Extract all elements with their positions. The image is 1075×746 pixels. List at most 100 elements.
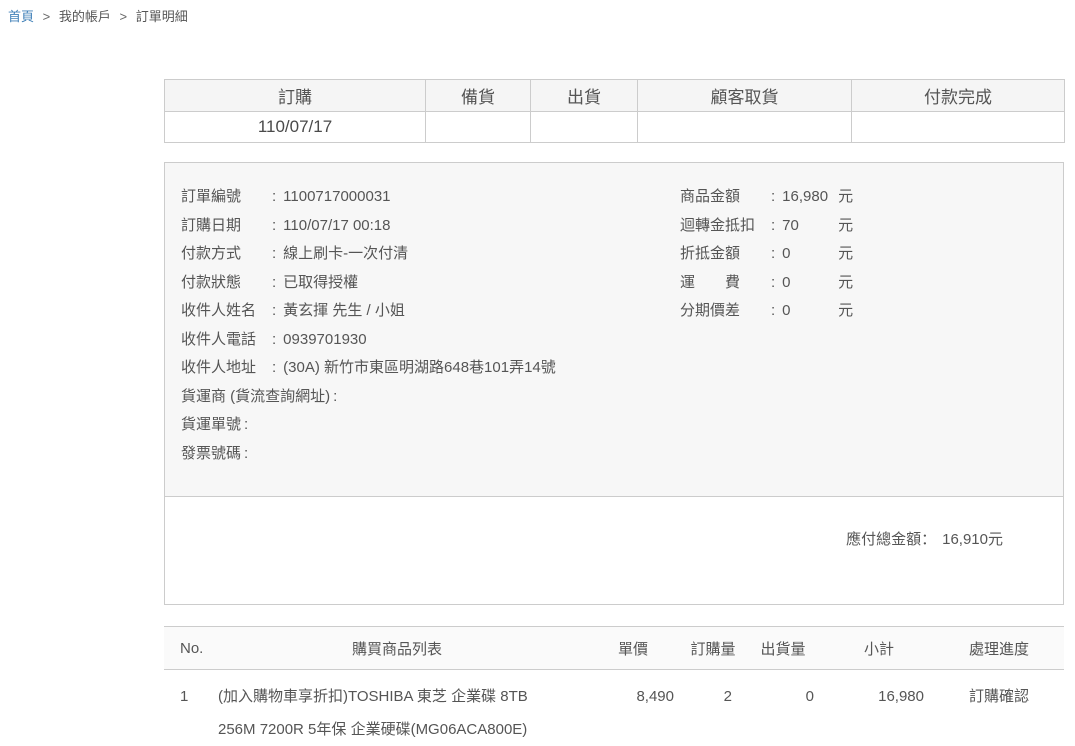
rebate-deduction-label: 迴轉金抵扣 — [680, 212, 768, 241]
products-table: No. 購買商品列表 單價 訂購量 出貨量 小計 處理進度 1 (加入購物車享折… — [164, 626, 1064, 746]
breadcrumb-separator: > — [120, 9, 128, 24]
breadcrumb-current-order-detail: 訂單明細 — [136, 9, 188, 24]
shipping-fee-row: 運 費:0元 — [680, 269, 1047, 298]
order-date-row: 訂購日期:110/07/17 00:18 — [181, 212, 680, 241]
currency-unit: 元 — [838, 274, 853, 291]
colon: : — [771, 217, 775, 234]
status-ordered-date: 110/07/17 — [165, 112, 426, 143]
colon: : — [272, 188, 276, 205]
products-column-no: No. — [164, 627, 212, 670]
breadcrumb-separator: > — [43, 9, 51, 24]
order-number-row: 訂單編號:1100717000031 — [181, 183, 680, 212]
breadcrumb-link-home[interactable]: 首頁 — [8, 9, 34, 24]
colon: : — [771, 302, 775, 319]
merchandise-amount-label: 商品金額 — [680, 183, 768, 212]
merchandise-amount-value: 16,980 — [782, 183, 838, 212]
currency-unit: 元 — [838, 302, 853, 319]
products-column-order-qty: 訂購量 — [684, 627, 742, 670]
carrier-label: 貨運商 (貨流查詢網址) — [181, 388, 330, 405]
product-order-qty: 2 — [684, 670, 742, 746]
invoice-number-label: 發票號碼 — [181, 445, 241, 462]
discount-amount-value: 0 — [782, 240, 838, 269]
rebate-deduction-value: 70 — [782, 212, 838, 241]
order-date-value: 110/07/17 00:18 — [283, 217, 390, 234]
colon: : — [272, 245, 276, 262]
order-number-label: 訂單編號 — [181, 183, 269, 212]
installment-difference-row: 分期價差:0元 — [680, 297, 1047, 326]
product-unit-price: 8,490 — [582, 670, 684, 746]
payment-method-value: 線上刷卡-一次付清 — [283, 245, 408, 262]
total-payable-section: 應付總金額： 16,910元 — [165, 497, 1063, 603]
status-column-shipped: 出貨 — [531, 80, 638, 112]
order-number-value: 1100717000031 — [283, 188, 390, 205]
product-shipped-qty: 0 — [742, 670, 824, 746]
tracking-number-row: 貨運單號: — [181, 411, 680, 440]
product-status: 訂購確認 — [934, 670, 1064, 746]
recipient-phone-value: 0939701930 — [283, 331, 366, 348]
shipping-fee-label: 運 費 — [680, 269, 768, 298]
tracking-number-label: 貨運單號 — [181, 416, 241, 433]
order-status-table: 訂購 備貨 出貨 顧客取貨 付款完成 110/07/17 — [164, 79, 1065, 143]
installment-difference-label: 分期價差 — [680, 297, 768, 326]
status-column-ordered: 訂購 — [165, 80, 426, 112]
products-column-name: 購買商品列表 — [212, 627, 582, 670]
discount-amount-label: 折抵金額 — [680, 240, 768, 269]
status-column-payment-complete: 付款完成 — [852, 80, 1065, 112]
recipient-name-label: 收件人姓名 — [181, 297, 269, 326]
merchandise-amount-row: 商品金額:16,980元 — [680, 183, 1047, 212]
recipient-phone-label: 收件人電話 — [181, 326, 269, 355]
payment-status-row: 付款狀態: 已取得授權 — [181, 269, 680, 298]
status-value-row: 110/07/17 — [165, 112, 1065, 143]
recipient-address-label: 收件人地址 — [181, 354, 269, 383]
shipping-fee-value: 0 — [782, 269, 838, 298]
payment-method-row: 付款方式: 線上刷卡-一次付清 — [181, 240, 680, 269]
fullwidth-colon: ： — [921, 531, 936, 548]
product-row-number: 1 — [164, 670, 212, 746]
colon: : — [272, 359, 276, 376]
product-row: 1 (加入購物車享折扣)TOSHIBA 東芝 企業碟 8TB 256M 7200… — [164, 670, 1064, 746]
recipient-name-row: 收件人姓名:黃玄揮 先生 / 小姐 — [181, 297, 680, 326]
carrier-row: 貨運商 (貨流查詢網址): — [181, 383, 680, 412]
breadcrumb-link-my-account[interactable]: 我的帳戶 — [59, 9, 111, 24]
products-column-shipped-qty: 出貨量 — [742, 627, 824, 670]
colon: : — [771, 274, 775, 291]
recipient-name-value: 黃玄揮 先生 / 小姐 — [283, 302, 405, 319]
product-name-link[interactable]: (加入購物車享折扣)TOSHIBA 東芝 企業碟 8TB 256M 7200R … — [218, 688, 528, 738]
currency-unit: 元 — [838, 188, 853, 205]
status-preparing-date — [426, 112, 531, 143]
currency-unit: 元 — [838, 245, 853, 262]
product-subtotal: 16,980 — [824, 670, 934, 746]
products-column-unit-price: 單價 — [582, 627, 684, 670]
status-header-row: 訂購 備貨 出貨 顧客取貨 付款完成 — [165, 80, 1065, 112]
colon: : — [272, 274, 276, 291]
total-payable-value: 16,910元 — [942, 531, 1003, 548]
products-column-status: 處理進度 — [934, 627, 1064, 670]
recipient-address-value: (30A) 新竹市東區明湖路648巷101弄14號 — [283, 359, 556, 376]
status-column-customer-pickup: 顧客取貨 — [638, 80, 852, 112]
recipient-address-row: 收件人地址: (30A) 新竹市東區明湖路648巷101弄14號 — [181, 354, 680, 383]
order-details-panel: 訂單編號:1100717000031 訂購日期:110/07/17 00:18 … — [164, 162, 1064, 605]
order-details-left-column: 訂單編號:1100717000031 訂購日期:110/07/17 00:18 … — [181, 183, 680, 496]
breadcrumb: 首頁 > 我的帳戶 > 訂單明細 — [8, 6, 188, 25]
order-date-label: 訂購日期 — [181, 212, 269, 241]
total-payable-label: 應付總金額 — [846, 531, 921, 548]
status-shipped-date — [531, 112, 638, 143]
rebate-deduction-row: 迴轉金抵扣:70元 — [680, 212, 1047, 241]
installment-difference-value: 0 — [782, 297, 838, 326]
status-customer-pickup-date — [638, 112, 852, 143]
order-details-right-column: 商品金額:16,980元 迴轉金抵扣:70元 折抵金額:0元 運 費:0元 分期… — [680, 183, 1047, 496]
discount-amount-row: 折抵金額:0元 — [680, 240, 1047, 269]
invoice-number-row: 發票號碼: — [181, 440, 680, 469]
payment-status-label: 付款狀態 — [181, 269, 269, 298]
products-header-row: No. 購買商品列表 單價 訂購量 出貨量 小計 處理進度 — [164, 627, 1064, 670]
payment-status-value: 已取得授權 — [283, 274, 358, 291]
status-payment-complete-date — [852, 112, 1065, 143]
payment-method-label: 付款方式 — [181, 240, 269, 269]
product-name-cell: (加入購物車享折扣)TOSHIBA 東芝 企業碟 8TB 256M 7200R … — [212, 670, 582, 746]
colon: : — [272, 217, 276, 234]
colon: : — [244, 445, 248, 462]
status-column-preparing: 備貨 — [426, 80, 531, 112]
colon: : — [333, 388, 337, 405]
products-column-subtotal: 小計 — [824, 627, 934, 670]
recipient-phone-row: 收件人電話:0939701930 — [181, 326, 680, 355]
